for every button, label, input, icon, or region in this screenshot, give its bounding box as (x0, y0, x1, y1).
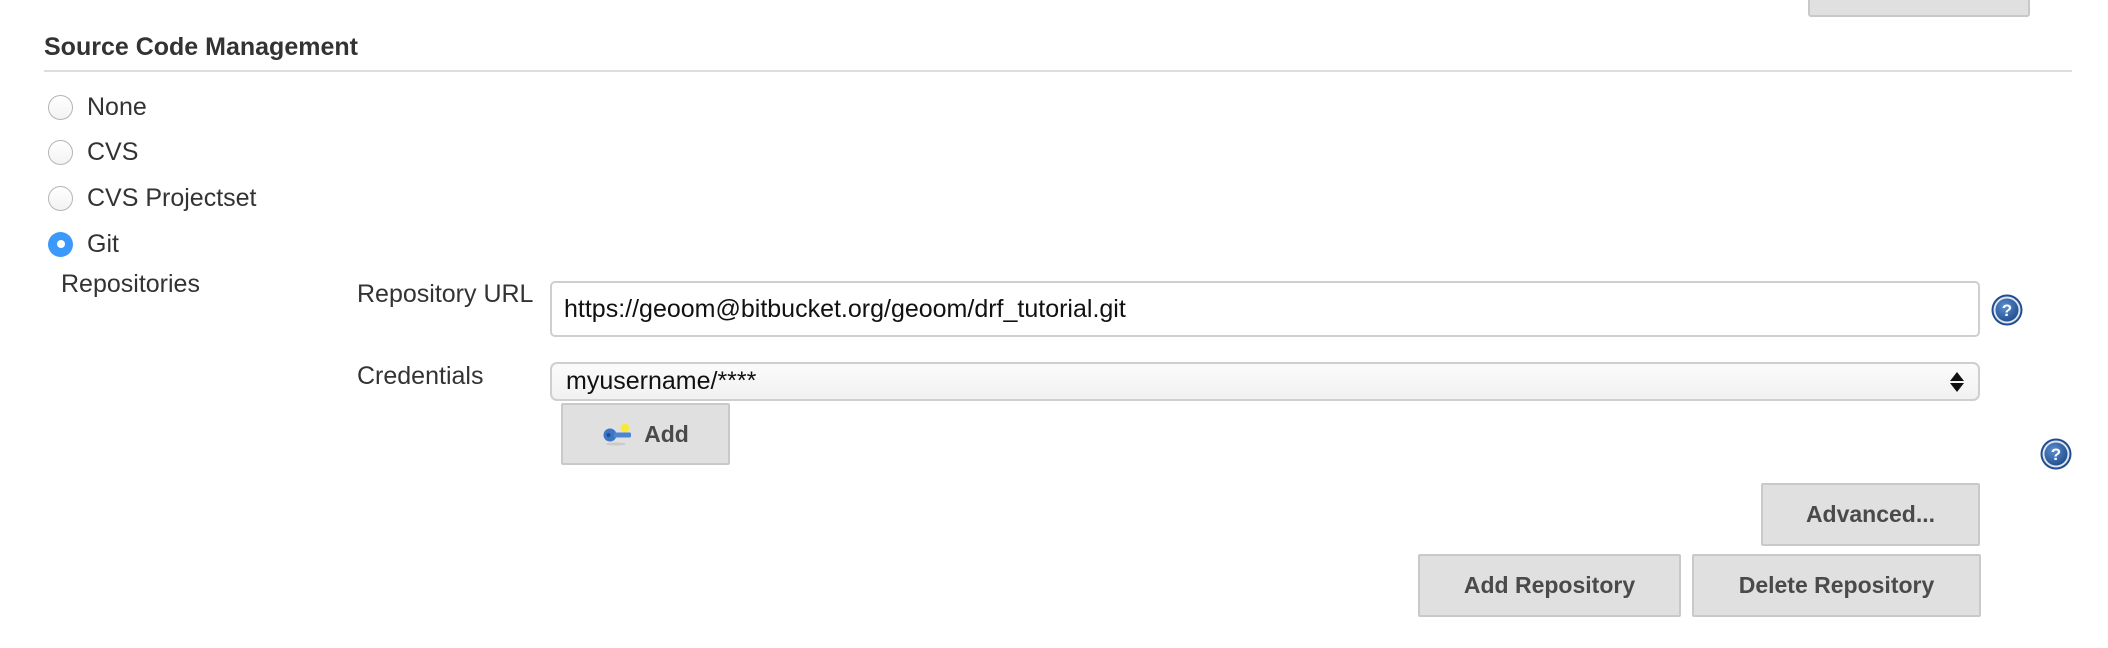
add-credentials-button[interactable]: Add (561, 403, 730, 465)
repositories-label: Repositories (61, 270, 200, 298)
radio-cvs[interactable] (48, 139, 73, 165)
svg-text:?: ? (2002, 301, 2012, 320)
credentials-label: Credentials (357, 362, 484, 390)
radio-cvs-projectset[interactable] (48, 185, 73, 211)
repository-url-label: Repository URL (357, 280, 534, 308)
scm-option-cvs-projectset[interactable]: CVS Projectset (48, 183, 257, 213)
advanced-button[interactable]: Advanced... (1761, 483, 1980, 546)
key-icon (602, 421, 634, 447)
scm-option-git[interactable]: Git (48, 229, 119, 259)
credentials-select-value: myusername/**** (566, 367, 757, 395)
add-repository-button[interactable]: Add Repository (1418, 554, 1681, 617)
top-clipped-button[interactable] (1808, 0, 2030, 17)
radio-git[interactable] (48, 231, 73, 257)
radio-label-none: None (87, 92, 147, 121)
radio-label-cvs-projectset: CVS Projectset (87, 183, 257, 212)
select-arrows-icon (1950, 371, 1964, 392)
credentials-select[interactable]: myusername/**** (550, 362, 1980, 401)
credentials-help-icon[interactable]: ? (2040, 438, 2072, 470)
scm-option-cvs[interactable]: CVS (48, 137, 138, 167)
repository-url-input[interactable] (550, 281, 1980, 337)
svg-text:?: ? (2051, 445, 2061, 464)
section-divider (44, 70, 2072, 72)
repository-url-help-icon[interactable]: ? (1991, 294, 2023, 326)
scm-option-none[interactable]: None (48, 92, 147, 122)
add-credentials-label: Add (644, 420, 689, 447)
radio-label-git: Git (87, 229, 119, 258)
section-title: Source Code Management (44, 33, 358, 61)
radio-label-cvs: CVS (87, 137, 139, 166)
delete-repository-button[interactable]: Delete Repository (1692, 554, 1981, 617)
radio-none[interactable] (48, 94, 73, 120)
